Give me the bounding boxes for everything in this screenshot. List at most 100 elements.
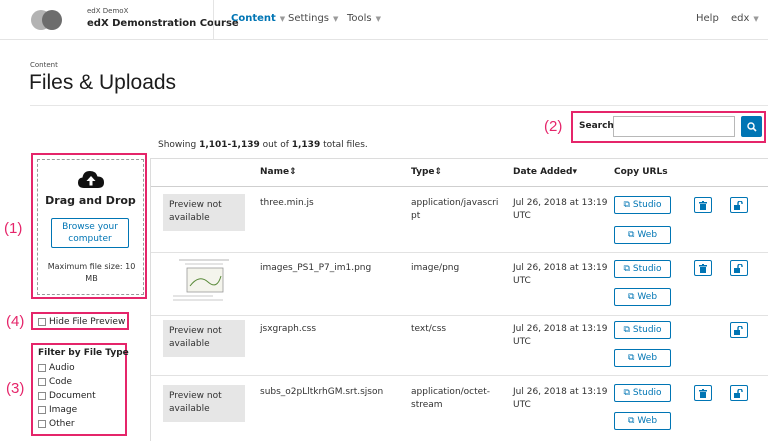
file-date: Jul 26, 2018 at 13:19 UTC (513, 323, 608, 349)
copy-icon: ⧉ (623, 325, 630, 335)
results-summary: Showing 1,101-1,139 out of 1,139 total f… (158, 140, 368, 150)
file-preview-placeholder: Preview not available (163, 320, 245, 357)
file-thumbnail (163, 256, 245, 306)
course-name[interactable]: edX Demonstration Course (87, 18, 239, 29)
copy-icon: ⧉ (623, 388, 630, 398)
file-date-line2: UTC (513, 337, 531, 347)
delete-button[interactable] (694, 385, 712, 401)
filter-checkbox[interactable] (38, 364, 46, 372)
delete-button[interactable] (694, 197, 712, 213)
annotation-label-2: (2) (544, 118, 563, 135)
file-type-line1: application/octet- (411, 387, 490, 397)
trash-icon (699, 263, 707, 273)
studio-label: Studio (632, 264, 662, 274)
sort-desc-icon: ▾ (572, 167, 578, 177)
copy-studio-url-button[interactable]: ⧉ Studio (614, 260, 671, 278)
nav-tools[interactable]: Tools ▼ (347, 13, 381, 24)
trash-icon (699, 388, 707, 398)
nav-settings-label: Settings (288, 13, 330, 24)
file-type: application/octet-stream (411, 386, 490, 412)
sort-icon: ⇕ (289, 167, 297, 177)
hide-preview-label: Hide File Preview (49, 317, 126, 327)
filter-checkbox[interactable] (38, 406, 46, 414)
filter-image[interactable]: Image (38, 405, 77, 415)
header-divider (213, 0, 214, 40)
filter-checkbox[interactable] (38, 420, 46, 428)
col-copy-urls-header: Copy URLs (614, 167, 668, 177)
nav-content-label: Content (231, 13, 276, 24)
file-type-line2: pt (411, 211, 421, 221)
search-icon (746, 121, 757, 132)
col-type-header[interactable]: Type⇕ (411, 167, 442, 177)
filter-code[interactable]: Code (38, 377, 72, 387)
file-date-line1: Jul 26, 2018 at 13:19 (513, 263, 608, 273)
file-name: three.min.js (260, 198, 314, 208)
studio-label: Studio (632, 325, 662, 335)
copy-icon: ⧉ (623, 200, 630, 210)
trash-icon (699, 200, 707, 210)
nav-tools-label: Tools (347, 13, 372, 24)
table-header-divider (151, 186, 768, 187)
col-type-label: Type (411, 167, 435, 177)
file-date: Jul 26, 2018 at 13:19 UTC (513, 197, 608, 223)
copy-web-url-button[interactable]: ⧉ Web (614, 412, 671, 430)
annotation-label-4: (4) (6, 313, 25, 330)
filter-checkbox[interactable] (38, 378, 46, 386)
results-suffix: total files. (320, 140, 368, 150)
breadcrumb: Content (30, 61, 58, 69)
copy-web-url-button[interactable]: ⧉ Web (614, 226, 671, 244)
dropzone-title: Drag and Drop (45, 194, 136, 207)
filter-other[interactable]: Other (38, 419, 75, 429)
web-label: Web (637, 416, 658, 426)
results-range: 1,101-1,139 (199, 140, 260, 150)
web-label: Web (637, 230, 658, 240)
lock-toggle-button[interactable] (730, 322, 748, 338)
copy-studio-url-button[interactable]: ⧉ Studio (614, 196, 671, 214)
user-menu[interactable]: edx ▼ (731, 13, 759, 24)
file-date: Jul 26, 2018 at 13:19 UTC (513, 262, 608, 288)
file-type-line1: image/png (411, 263, 460, 273)
search-button[interactable] (741, 116, 762, 137)
lock-toggle-button[interactable] (730, 385, 748, 401)
filter-label: Audio (49, 363, 75, 373)
file-date-line2: UTC (513, 211, 531, 221)
file-preview-placeholder: Preview not available (163, 385, 245, 422)
lock-toggle-button[interactable] (730, 260, 748, 276)
col-name-header[interactable]: Name⇕ (260, 167, 297, 177)
chevron-down-icon: ▼ (333, 14, 339, 23)
copy-web-url-button[interactable]: ⧉ Web (614, 288, 671, 306)
search-input[interactable] (613, 116, 735, 137)
lock-toggle-button[interactable] (730, 197, 748, 213)
nav-settings[interactable]: Settings ▼ (288, 13, 338, 24)
annotation-label-3: (3) (6, 380, 25, 397)
filter-audio[interactable]: Audio (38, 363, 75, 373)
web-label: Web (637, 292, 658, 302)
edx-logo[interactable] (31, 10, 67, 30)
chevron-down-icon: ▼ (753, 14, 759, 23)
hide-preview-checkbox[interactable] (38, 318, 46, 326)
file-type: application/javascri pt (411, 197, 498, 223)
file-date-line1: Jul 26, 2018 at 13:19 (513, 198, 608, 208)
file-type: image/png (411, 262, 459, 275)
filter-label: Other (49, 419, 75, 429)
col-date-header[interactable]: Date Added▾ (513, 167, 577, 177)
help-link[interactable]: Help (696, 13, 719, 24)
copy-studio-url-button[interactable]: ⧉ Studio (614, 321, 671, 339)
chevron-down-icon: ▼ (375, 14, 382, 23)
copy-web-url-button[interactable]: ⧉ Web (614, 349, 671, 367)
copy-icon: ⧉ (627, 353, 635, 363)
studio-label: Studio (632, 200, 662, 210)
upload-dropzone[interactable]: Drag and Drop Browse your computer Maxim… (37, 159, 144, 295)
top-header: edX DemoX edX Demonstration Course Conte… (0, 0, 768, 40)
hide-preview-toggle[interactable]: Hide File Preview (38, 317, 125, 327)
filter-checkbox[interactable] (38, 392, 46, 400)
file-type: text/css (411, 323, 446, 336)
copy-icon: ⧉ (627, 230, 635, 240)
course-org: edX DemoX (87, 7, 129, 15)
filter-document[interactable]: Document (38, 391, 96, 401)
copy-studio-url-button[interactable]: ⧉ Studio (614, 384, 671, 402)
nav-content[interactable]: Content ▼ (231, 13, 285, 24)
results-total: 1,139 (291, 140, 321, 150)
browse-button[interactable]: Browse your computer (51, 218, 129, 248)
delete-button[interactable] (694, 260, 712, 276)
